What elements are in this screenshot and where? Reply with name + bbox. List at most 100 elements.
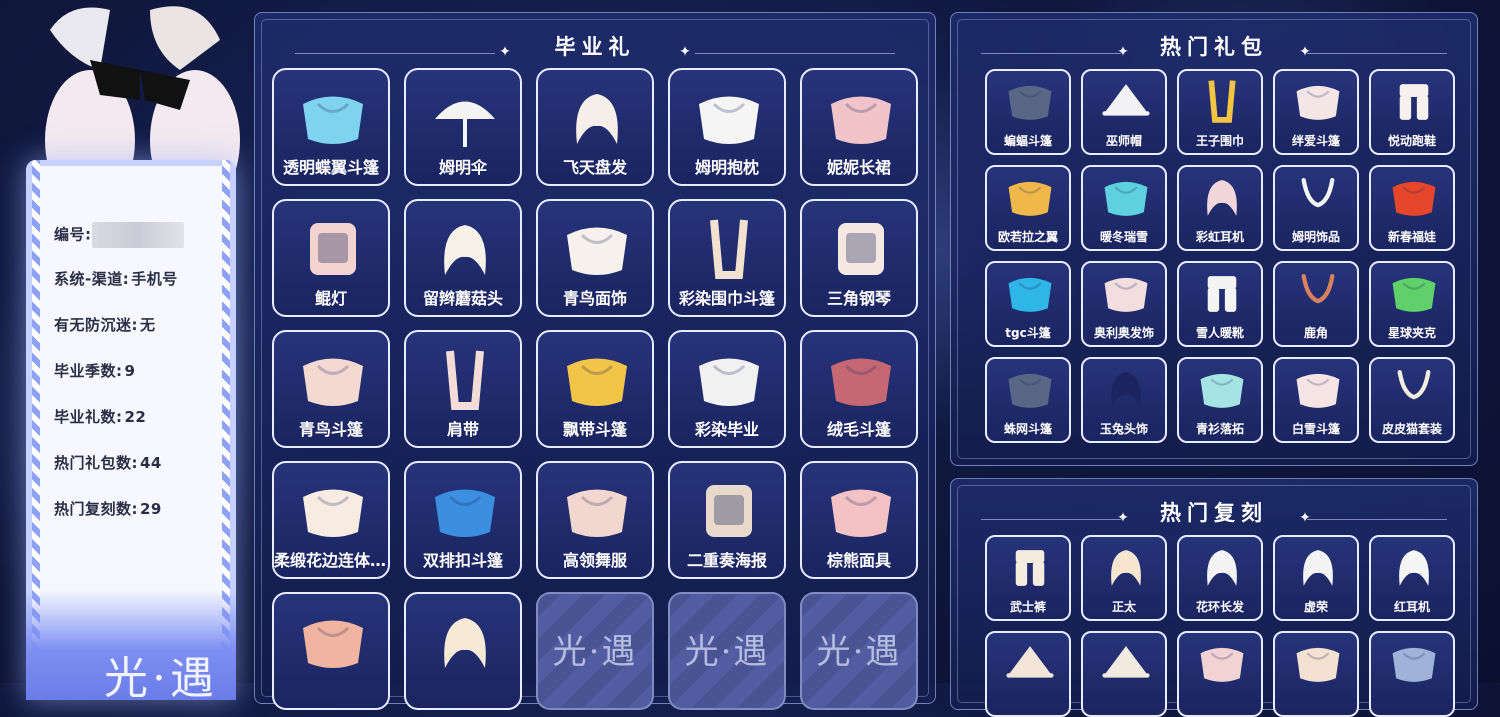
item-tile[interactable]: 棕熊面具 bbox=[800, 461, 918, 579]
item-label: 悦动跑鞋 bbox=[1387, 134, 1436, 148]
robe-icon bbox=[1296, 647, 1340, 682]
item-tile[interactable]: 雪人暖靴 bbox=[1177, 261, 1263, 347]
item-label: 二重奏海报 bbox=[686, 551, 767, 570]
item-tile[interactable]: 妮妮长裙 bbox=[800, 68, 918, 186]
dog-ear-icon bbox=[1104, 277, 1148, 312]
item-label: 青鸟斗篷 bbox=[298, 420, 363, 439]
moomin-tail-icon bbox=[1301, 178, 1335, 208]
item-tile[interactable]: 鲲灯 bbox=[272, 199, 390, 317]
witch-hat-icon bbox=[1102, 84, 1150, 116]
moomin-pillow-icon bbox=[699, 96, 759, 144]
item-label: 棕熊面具 bbox=[826, 551, 891, 570]
item-tile[interactable]: 王子围巾 bbox=[1177, 69, 1263, 155]
item-tile[interactable]: 奥利奥发饰 bbox=[1081, 261, 1167, 347]
info-label: 系统-渠道: bbox=[54, 270, 130, 288]
item-tile[interactable]: 玉兔头饰 bbox=[1081, 357, 1167, 443]
shoulder-strap-icon bbox=[446, 350, 484, 410]
item-tile[interactable]: 悦动跑鞋 bbox=[1369, 69, 1455, 155]
hot-packs-title: 热门礼包 bbox=[1160, 35, 1268, 59]
item-label: 飞天盘发 bbox=[562, 158, 627, 177]
item-tile[interactable]: 花环长发 bbox=[1177, 535, 1263, 621]
item-tile[interactable]: 巫师帽 bbox=[1081, 69, 1167, 155]
item-tile[interactable]: 武士裤 bbox=[985, 535, 1071, 621]
item-tile[interactable]: 青衫落拓 bbox=[1177, 357, 1263, 443]
item-label: 蝙蝠斗篷 bbox=[1003, 134, 1052, 148]
item-tile[interactable] bbox=[272, 592, 390, 710]
item-tile[interactable]: 姆明饰品 bbox=[1273, 165, 1359, 251]
item-tile[interactable]: 正太 bbox=[1081, 535, 1167, 621]
item-tile[interactable]: 彩染毕业 bbox=[668, 330, 786, 448]
item-tile[interactable]: 青鸟面饰 bbox=[536, 199, 654, 317]
item-tile[interactable] bbox=[1081, 631, 1167, 717]
item-label: 王子围巾 bbox=[1195, 134, 1244, 148]
cat-tail-icon bbox=[1397, 370, 1431, 400]
item-tile[interactable]: 三角钢琴 bbox=[800, 199, 918, 317]
item-label: 红耳机 bbox=[1393, 600, 1430, 614]
info-row: 毕业礼数: 22 bbox=[54, 406, 184, 452]
item-tile[interactable]: 虚荣 bbox=[1273, 535, 1359, 621]
item-tile[interactable] bbox=[1177, 631, 1263, 717]
item-tile[interactable]: 姆明伞 bbox=[404, 68, 522, 186]
butterfly-cape-icon bbox=[303, 96, 363, 144]
item-tile[interactable]: 绊爱斗篷 bbox=[1273, 69, 1359, 155]
info-label: 热门礼包数: bbox=[54, 454, 138, 472]
item-tile[interactable]: 绒毛斗篷 bbox=[800, 330, 918, 448]
bat-cape-icon bbox=[1008, 85, 1052, 120]
item-tile[interactable]: 蛛网斗篷 bbox=[985, 357, 1071, 443]
info-value: 22 bbox=[124, 408, 147, 426]
item-tile[interactable]: 留辫蘑菇头 bbox=[404, 199, 522, 317]
info-row: 热门复刻数: 29 bbox=[54, 498, 184, 544]
item-tile[interactable] bbox=[404, 592, 522, 710]
item-tile[interactable]: 柔缎花边连体... bbox=[272, 461, 390, 579]
item-tile[interactable]: 暖冬瑞雪 bbox=[1081, 165, 1167, 251]
item-tile[interactable]: 欧若拉之翼 bbox=[985, 165, 1071, 251]
dress-icon bbox=[831, 96, 891, 144]
item-label: 留辫蘑菇头 bbox=[422, 289, 503, 308]
item-tile[interactable]: 星球夹克 bbox=[1369, 261, 1455, 347]
item-tile[interactable] bbox=[985, 631, 1071, 717]
locked-item-slot[interactable]: 光·遇 bbox=[800, 592, 918, 710]
item-label: 彩染围巾斗篷 bbox=[678, 289, 775, 308]
item-tile[interactable]: 双排扣斗篷 bbox=[404, 461, 522, 579]
samurai-pants-icon bbox=[1015, 550, 1045, 586]
item-tile[interactable] bbox=[1369, 631, 1455, 717]
item-label: 彩染毕业 bbox=[694, 420, 759, 439]
item-tile[interactable]: 鹿角 bbox=[1273, 261, 1359, 347]
locked-item-slot[interactable]: 光·遇 bbox=[536, 592, 654, 710]
item-label: 巫师帽 bbox=[1105, 134, 1142, 148]
locked-watermark: 光·遇 bbox=[552, 632, 638, 672]
planet-jacket-icon bbox=[1392, 277, 1436, 312]
locked-item-slot[interactable]: 光·遇 bbox=[668, 592, 786, 710]
ribbon-cape-icon bbox=[567, 358, 627, 406]
item-tile[interactable]: 蝙蝠斗篷 bbox=[985, 69, 1071, 155]
item-tile[interactable]: 红耳机 bbox=[1369, 535, 1455, 621]
item-label: 白雪斗篷 bbox=[1291, 422, 1340, 436]
item-tile[interactable]: 彩虹耳机 bbox=[1177, 165, 1263, 251]
sneaker-icon bbox=[1399, 84, 1429, 120]
bird-mask-icon bbox=[567, 227, 627, 275]
item-tile[interactable]: 肩带 bbox=[404, 330, 522, 448]
straw-hat-icon bbox=[1006, 646, 1054, 678]
item-tile[interactable]: 青鸟斗篷 bbox=[272, 330, 390, 448]
fox-hair-icon bbox=[444, 618, 486, 668]
item-tile[interactable]: 飞天盘发 bbox=[536, 68, 654, 186]
new-year-cape-icon bbox=[1392, 181, 1436, 216]
item-label: 妮妮长裙 bbox=[826, 158, 891, 177]
item-tile[interactable]: 飘带斗篷 bbox=[536, 330, 654, 448]
item-tile[interactable]: 新春福娃 bbox=[1369, 165, 1455, 251]
item-tile[interactable]: 二重奏海报 bbox=[668, 461, 786, 579]
item-tile[interactable]: tgc斗篷 bbox=[985, 261, 1071, 347]
info-value: 29 bbox=[140, 500, 162, 518]
item-label: 雪人暖靴 bbox=[1195, 326, 1244, 340]
item-tile[interactable]: 高领舞服 bbox=[536, 461, 654, 579]
item-tile[interactable]: 姆明抱枕 bbox=[668, 68, 786, 186]
item-label: 肩带 bbox=[446, 420, 479, 439]
item-tile[interactable]: 白雪斗篷 bbox=[1273, 357, 1359, 443]
info-row: 系统-渠道: 手机号 bbox=[54, 268, 184, 314]
item-tile[interactable]: 彩染围巾斗篷 bbox=[668, 199, 786, 317]
hot-packs-item-grid: 蝙蝠斗篷 巫师帽 王子围巾 绊爱斗篷 悦动跑鞋欧若拉之翼 暖冬瑞雪 彩虹耳机 姆明饰品 新春福娃… bbox=[985, 69, 1455, 443]
item-tile[interactable] bbox=[1273, 631, 1359, 717]
item-tile[interactable]: 皮皮猫套装 bbox=[1369, 357, 1455, 443]
item-tile[interactable]: 透明蝶翼斗篷 bbox=[272, 68, 390, 186]
item-label: 彩虹耳机 bbox=[1195, 230, 1244, 244]
